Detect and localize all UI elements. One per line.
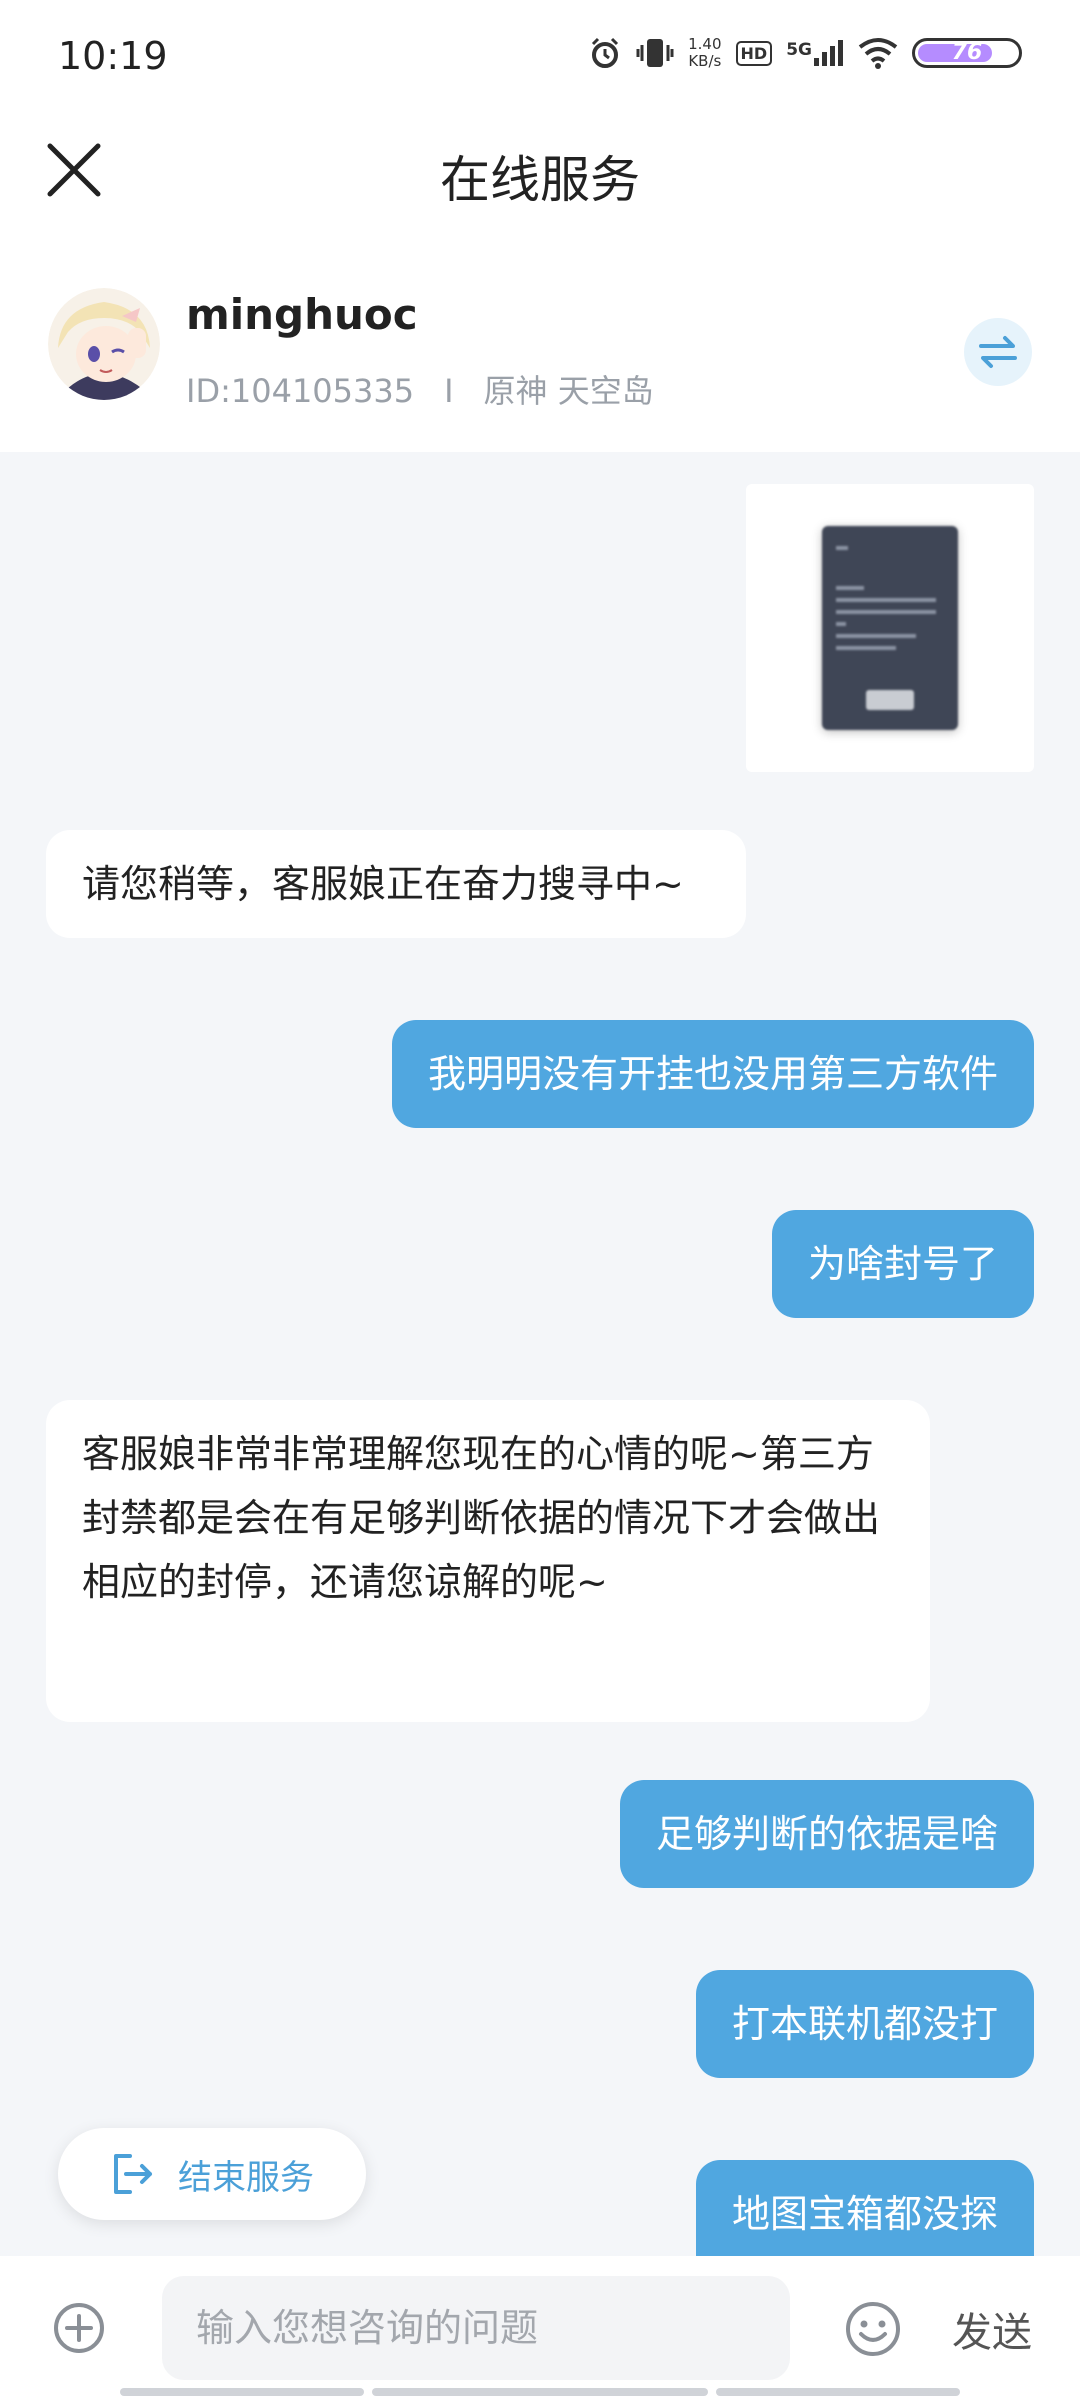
message-bubble-right[interactable]: 为啥封号了 (771, 1210, 1034, 1318)
swap-arrows-icon (979, 336, 1017, 368)
nav-bar-segment (120, 2388, 364, 2396)
signal-bars-icon (814, 40, 843, 66)
end-service-label: 结束服务 (178, 2157, 314, 2198)
input-bar: 发送 (0, 2256, 1080, 2400)
hd-badge: HD (735, 40, 773, 66)
page-title: 在线服务 (440, 151, 640, 209)
net-speed-value: 1.40 (688, 35, 722, 53)
message-bubble-left[interactable]: 客服娘非常非常理解您现在的心情的呢~第三方封禁都是会在有足够判断依据的情况下才会… (46, 1400, 930, 1722)
thumb-line (836, 598, 936, 602)
status-time: 10:19 (58, 34, 168, 78)
user-server: 原神 天空岛 (483, 372, 654, 410)
chat-area[interactable]: 请您稍等，客服娘正在奋力搜寻中~ 我明明没有开挂也没用第三方软件 为啥封号了 客… (0, 452, 1080, 2256)
message-input[interactable] (162, 2276, 790, 2380)
thumb-button (866, 690, 914, 710)
signal-indicator: 5G (786, 40, 844, 66)
nav-bar-segment (372, 2388, 708, 2396)
battery-level: 76 (951, 40, 983, 65)
thumb-line (836, 546, 848, 550)
thumb-line (836, 586, 864, 590)
user-name: minghuoc (186, 290, 418, 339)
vibrate-icon (636, 39, 674, 67)
user-meta: ID:104105335 I 原神 天空岛 (186, 366, 654, 412)
thumb-line (836, 622, 846, 626)
screenshot-thumbnail[interactable] (822, 526, 958, 730)
send-button[interactable]: 发送 (952, 2300, 1032, 2358)
message-bubble-right[interactable]: 地图宝箱都没探 (695, 2160, 1034, 2256)
message-bubble-right[interactable]: 足够判断的依据是啥 (619, 1780, 1034, 1888)
exit-icon (114, 2154, 152, 2194)
message-bubble-left[interactable]: 请您稍等，客服娘正在奋力搜寻中~ (46, 830, 746, 938)
signal-label: 5G (786, 40, 812, 60)
user-card: minghuoc ID:104105335 I 原神 天空岛 (0, 240, 1080, 452)
switch-account-button[interactable] (964, 318, 1032, 386)
message-bubble-right[interactable]: 打本联机都没打 (695, 1970, 1034, 2078)
header: 在线服务 (0, 120, 1080, 240)
wifi-icon (858, 38, 898, 69)
user-id: ID:104105335 (186, 372, 415, 410)
status-bar: 10:19 1.40 KB/s HD 5G 76 (0, 0, 1080, 120)
meta-separator: I (444, 372, 454, 410)
message-bubble-right[interactable]: 我明明没有开挂也没用第三方软件 (391, 1020, 1034, 1128)
thumb-line (836, 610, 936, 614)
net-speed: 1.40 KB/s (688, 36, 721, 70)
thumb-line (836, 646, 896, 650)
end-service-button[interactable]: 结束服务 (58, 2128, 366, 2220)
status-icons: 1.40 KB/s HD 5G 76 (588, 36, 1022, 70)
nav-bar-segment (716, 2388, 960, 2396)
avatar[interactable] (48, 288, 160, 400)
add-attachment-icon[interactable] (52, 2301, 106, 2355)
emoji-icon[interactable] (844, 2300, 902, 2358)
thumb-line (836, 634, 916, 638)
image-message[interactable] (746, 484, 1034, 772)
net-speed-unit: KB/s (688, 52, 722, 70)
battery-indicator: 76 (912, 38, 1022, 68)
alarm-icon (592, 37, 619, 68)
